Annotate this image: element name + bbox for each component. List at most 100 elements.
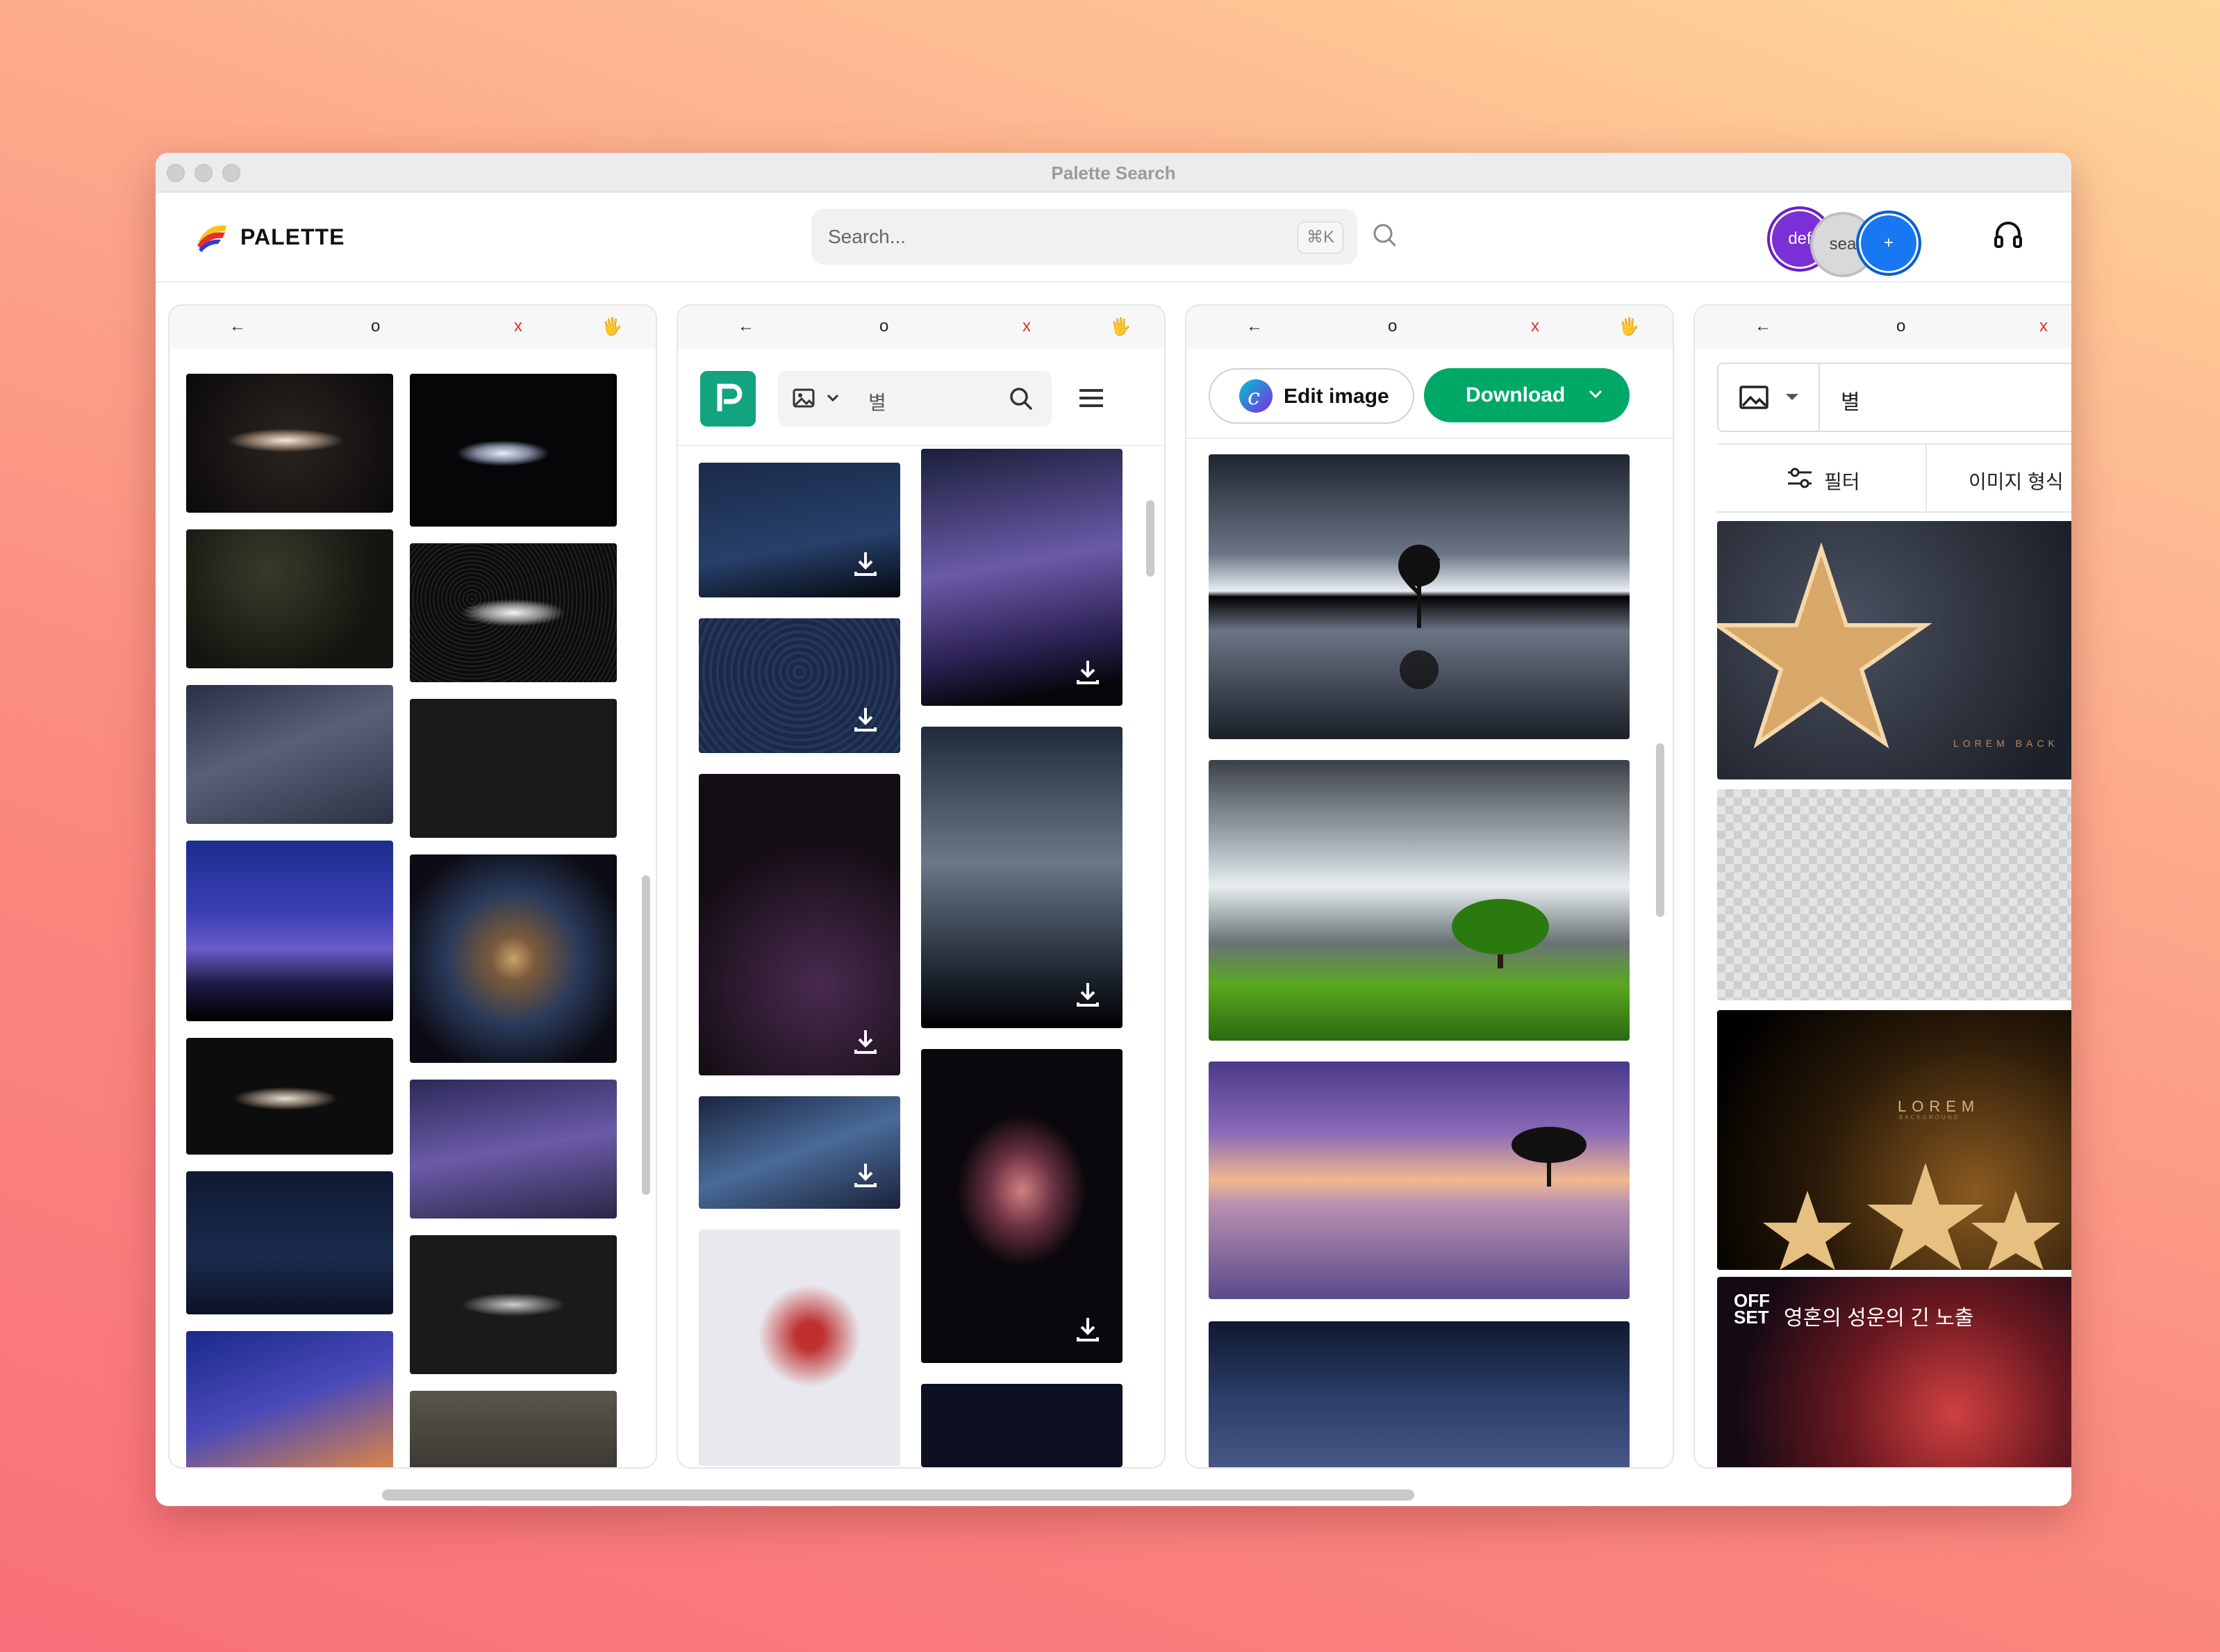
galaxy-thumbnail[interactable] xyxy=(410,1235,617,1374)
sunset-tree-thumbnail[interactable] xyxy=(1209,1062,1630,1299)
gold-stars-thumbnail[interactable]: LOREM BACKGROUND xyxy=(1717,1010,2071,1270)
palette-logo[interactable]: PALETTE xyxy=(194,220,345,254)
starry-sky-thumbnail[interactable] xyxy=(699,463,900,597)
panel-back-button[interactable]: ← xyxy=(738,317,754,336)
search-placeholder: Search... xyxy=(828,226,906,247)
title-bar: Palette Search xyxy=(156,153,2071,192)
download-button[interactable]: Download xyxy=(1424,368,1630,422)
panel-drag-handle[interactable]: 🖐 xyxy=(602,317,622,337)
panel-close-button[interactable]: x xyxy=(514,317,522,336)
panel-back-button[interactable]: ← xyxy=(1246,317,1263,336)
green-tree-thumbnail[interactable] xyxy=(1209,760,1630,1041)
panel-toolbar: ← o x 🖐 xyxy=(169,306,656,349)
filter-label[interactable]: 필터 xyxy=(1824,467,1860,495)
panel-back-button[interactable]: ← xyxy=(1755,317,1771,336)
panel-close-button[interactable]: x xyxy=(2039,317,2048,336)
panel-refresh-button[interactable]: o xyxy=(1896,317,1905,336)
chevron-down-icon xyxy=(1587,385,1605,408)
search-panel-1: ← o x 🖐 xyxy=(168,304,657,1469)
nebula-thumbnail[interactable] xyxy=(699,774,900,1075)
milkyway-mountain-thumbnail[interactable] xyxy=(186,841,393,1021)
window-title: Palette Search xyxy=(1051,163,1176,183)
milkyway-thumbnail[interactable] xyxy=(186,685,393,824)
offset-badge-bottom: SET xyxy=(1734,1307,1769,1328)
panel-close-button[interactable]: x xyxy=(1022,317,1031,336)
download-icon[interactable] xyxy=(852,1027,879,1059)
search-panel-3: ← o x 🖐 c Edit image Download xyxy=(1185,304,1674,1469)
add-session-button[interactable]: + xyxy=(1856,210,1921,276)
panel-scrollbar[interactable] xyxy=(1146,500,1154,577)
panel-drag-handle[interactable]: 🖐 xyxy=(1618,317,1639,337)
panel-drag-handle[interactable]: 🖐 xyxy=(1110,317,1131,337)
galaxy-thumbnail[interactable] xyxy=(186,374,393,513)
panel-back-button[interactable]: ← xyxy=(229,317,246,336)
palette-logo-icon xyxy=(197,225,226,252)
app-window: Palette Search PALETTE Search... ⌘K def … xyxy=(156,153,2071,1506)
panel-scrollbar[interactable] xyxy=(642,875,650,1195)
galaxy-thumbnail[interactable] xyxy=(186,1038,393,1155)
image-search-input[interactable]: 별 xyxy=(1717,363,2071,432)
galaxy-thumbnail[interactable] xyxy=(410,374,617,527)
star-trails-thumbnail[interactable] xyxy=(699,618,900,753)
starfield-thumbnail[interactable] xyxy=(186,529,393,668)
search-panel-2: ← o x 🖐 별 xyxy=(677,304,1166,1469)
sparkle-transparent-thumbnail[interactable] xyxy=(1717,789,2071,1000)
pixabay-search-input[interactable]: 별 xyxy=(778,371,1052,427)
orion-nebula-thumbnail[interactable] xyxy=(921,1049,1123,1363)
image-icon[interactable] xyxy=(1739,385,1768,413)
galaxy-thumbnail[interactable] xyxy=(410,543,617,682)
edit-image-button[interactable]: c Edit image xyxy=(1209,368,1414,424)
milkyway-thumbnail[interactable] xyxy=(921,727,1123,1028)
filter-sliders-icon[interactable] xyxy=(1787,465,1813,494)
panel-scrollbar[interactable] xyxy=(1656,743,1664,917)
search-icon[interactable] xyxy=(1007,385,1035,416)
panel-refresh-button[interactable]: o xyxy=(1388,317,1397,336)
download-icon[interactable] xyxy=(852,1161,879,1192)
download-icon[interactable] xyxy=(852,705,879,736)
starfield-thumbnail[interactable] xyxy=(410,699,617,838)
image-icon[interactable] xyxy=(792,386,815,413)
night-sky-thumbnail[interactable] xyxy=(1209,1321,1630,1467)
pixabay-logo[interactable] xyxy=(700,371,756,427)
panel-refresh-button[interactable]: o xyxy=(371,317,380,336)
lorem-text: LOREM BACK xyxy=(1953,738,2059,749)
nebula-thumbnail[interactable]: OFF SET 영혼의 성운의 긴 노출 xyxy=(1717,1277,2071,1467)
divider xyxy=(1186,438,1673,439)
download-icon[interactable] xyxy=(1074,980,1102,1011)
lorem-subtitle: BACKGROUND xyxy=(1899,1114,1960,1121)
search-input[interactable]: Search... ⌘K xyxy=(811,209,1357,265)
horizontal-scrollbar[interactable] xyxy=(382,1489,1414,1501)
session-avatars: def sea + xyxy=(1767,199,1934,277)
red-stars-thumbnail[interactable] xyxy=(699,1230,900,1466)
spiral-galaxy-thumbnail[interactable] xyxy=(410,854,617,1063)
gold-star-thumbnail[interactable]: LOREM BACK xyxy=(1717,521,2071,779)
chevron-down-icon[interactable] xyxy=(825,390,840,409)
milkyway-thumbnail[interactable] xyxy=(410,1080,617,1219)
card-caption: 영혼의 성운의 긴 노출 xyxy=(1784,1307,1974,1330)
hamburger-menu-icon[interactable] xyxy=(1077,383,1106,416)
query-text: 별 xyxy=(1841,391,1860,414)
starfield-thumbnail[interactable] xyxy=(410,1391,617,1467)
panel-refresh-button[interactable]: o xyxy=(879,317,888,336)
starfield-thumbnail[interactable] xyxy=(921,1384,1123,1467)
app-header: PALETTE Search... ⌘K def sea + xyxy=(156,192,2071,283)
chevron-down-icon[interactable] xyxy=(1784,390,1800,408)
headset-icon[interactable] xyxy=(1992,219,2024,254)
tree-reflection-thumbnail[interactable] xyxy=(1209,454,1630,739)
panel-toolbar: ← o x xyxy=(1695,306,2071,349)
milkyway-thumbnail[interactable] xyxy=(186,1331,393,1467)
night-sky-thumbnail[interactable] xyxy=(186,1171,393,1314)
query-text: 별 xyxy=(868,392,886,413)
offset-badge: OFF SET xyxy=(1734,1291,1770,1328)
download-icon[interactable] xyxy=(1074,1315,1102,1346)
filter-bar: 필터 이미지 형식 xyxy=(1717,443,2071,513)
milkyway-thumbnail[interactable] xyxy=(699,1096,900,1209)
download-icon[interactable] xyxy=(1074,658,1102,689)
search-icon[interactable] xyxy=(1371,222,1399,253)
milkyway-thumbnail[interactable] xyxy=(921,449,1123,706)
download-icon[interactable] xyxy=(852,550,879,581)
panel-close-button[interactable]: x xyxy=(1531,317,1539,336)
download-label: Download xyxy=(1466,383,1566,406)
image-type-label[interactable]: 이미지 형식 xyxy=(1969,467,2064,495)
search-shortcut-badge: ⌘K xyxy=(1297,222,1343,254)
